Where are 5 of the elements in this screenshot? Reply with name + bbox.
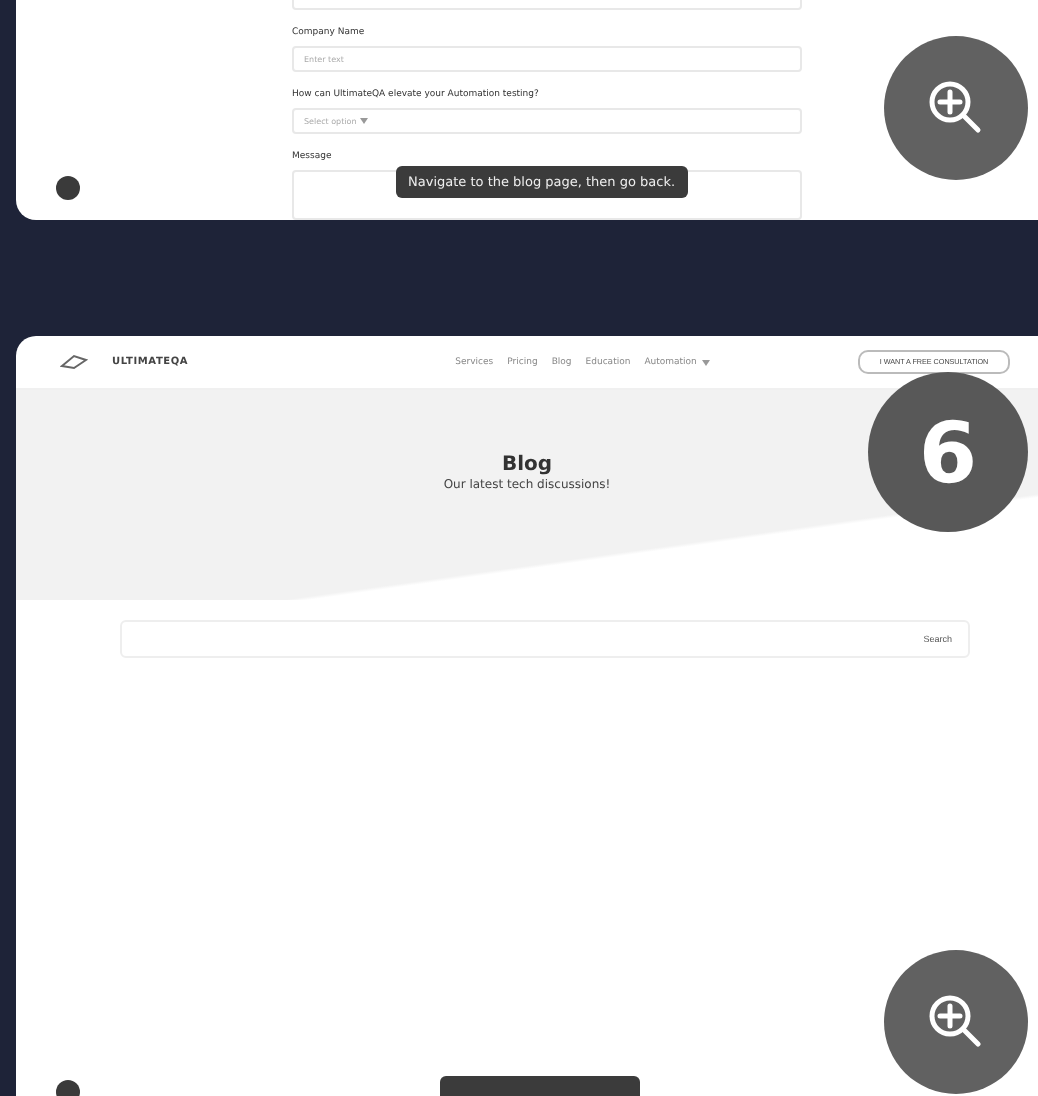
logo-icon [60,354,88,370]
caret-icon [702,359,711,365]
caret-icon [360,118,369,124]
page-title: Blog [501,454,553,476]
info-dot[interactable] [56,176,80,200]
